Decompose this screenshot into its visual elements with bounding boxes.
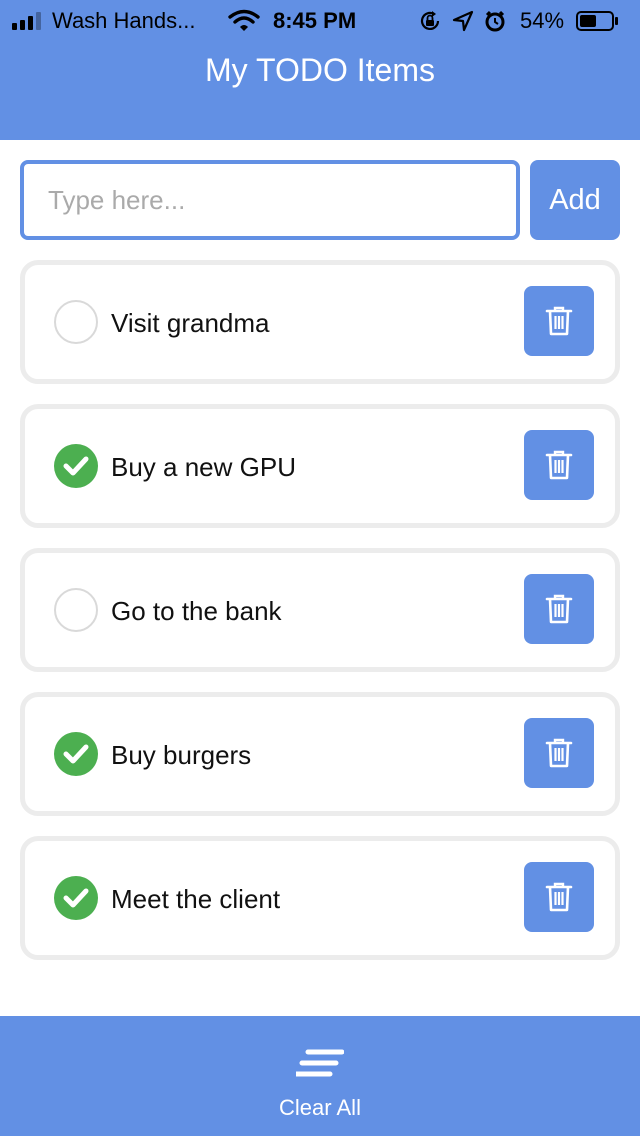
todo-input[interactable] <box>24 164 516 236</box>
orientation-lock-icon <box>420 11 440 30</box>
trash-icon <box>545 306 573 336</box>
todo-item: Visit grandma <box>20 260 620 384</box>
clear-all-label: Clear All <box>279 1095 361 1120</box>
page-title: My TODO Items <box>205 52 435 88</box>
trash-icon <box>545 882 573 912</box>
todo-item-label: Meet the client <box>111 884 281 914</box>
delete-button[interactable] <box>524 862 594 932</box>
delete-button[interactable] <box>524 286 594 356</box>
trash-icon <box>545 738 573 768</box>
carrier-name: Wash Hands... <box>52 8 196 33</box>
location-icon <box>452 10 474 32</box>
todo-item: Meet the client <box>20 836 620 960</box>
todo-item-label: Buy a new GPU <box>111 452 296 482</box>
clear-all-icon <box>296 1049 344 1077</box>
delete-button[interactable] <box>524 574 594 644</box>
todo-item: Buy a new GPU <box>20 404 620 528</box>
todo-item: Go to the bank <box>20 548 620 672</box>
checked-circle-icon[interactable] <box>54 876 98 920</box>
checked-circle-icon[interactable] <box>54 444 98 488</box>
todo-item: Buy burgers <box>20 692 620 816</box>
clear-all-button[interactable]: Clear All <box>0 1016 640 1136</box>
todo-item-label: Buy burgers <box>111 740 252 770</box>
delete-button[interactable] <box>524 430 594 500</box>
unchecked-circle-icon[interactable] <box>54 588 98 632</box>
battery-percent: 54% <box>520 8 565 33</box>
todo-list: Visit grandma Buy a new GPU Go to the bank… <box>20 260 620 980</box>
status-time: 8:45 PM <box>273 8 357 33</box>
checked-circle-icon[interactable] <box>54 732 98 776</box>
app-header: Wash Hands... 8:45 PM 54% My TODO Items <box>0 0 640 140</box>
trash-icon <box>545 450 573 480</box>
todo-item-label: Visit grandma <box>111 308 270 338</box>
delete-button[interactable] <box>524 718 594 788</box>
battery-icon <box>576 11 618 31</box>
unchecked-circle-icon[interactable] <box>54 300 98 344</box>
alarm-icon <box>485 10 505 32</box>
signal-icon <box>12 12 41 30</box>
trash-icon <box>545 594 573 624</box>
status-bar: Wash Hands... 8:45 PM 54% <box>0 0 640 40</box>
wifi-icon <box>228 9 260 39</box>
todo-input-container <box>20 160 520 240</box>
todo-item-label: Go to the bank <box>111 596 282 626</box>
add-button[interactable]: Add <box>530 160 620 240</box>
status-icons <box>418 9 506 33</box>
